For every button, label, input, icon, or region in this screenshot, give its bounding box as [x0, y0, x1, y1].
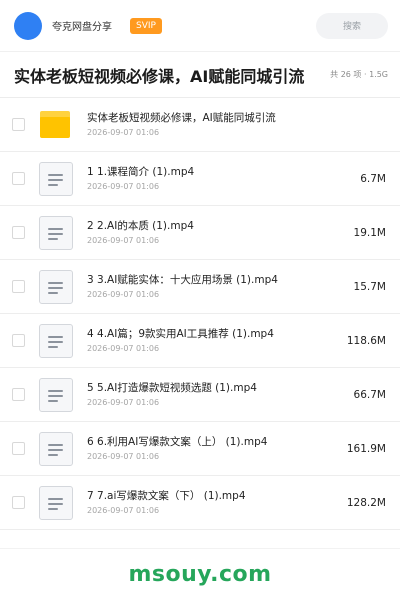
file-info: 1 1.课程简介 (1).mp4 2026-09-07 01:06 [87, 165, 352, 192]
file-size: 6.7M [360, 172, 386, 185]
file-size: 19.1M [353, 226, 386, 239]
file-name: 2 2.AI的本质 (1).mp4 [87, 220, 194, 232]
file-date: 2026-09-07 01:06 [87, 506, 160, 515]
page-title: 实体老板短视频必修课，AI赋能同城引流 [14, 66, 305, 86]
list-item[interactable]: 7 7.ai写爆款文案（下） (1).mp4 2026-09-07 01:06 … [0, 476, 400, 530]
file-date: 2026-09-07 01:06 [87, 236, 160, 245]
file-name: 5 5.AI打造爆款短视频选题 (1).mp4 [87, 382, 257, 394]
file-name: 1 1.课程简介 (1).mp4 [87, 166, 195, 178]
document-icon [39, 161, 73, 196]
list-item[interactable]: 5 5.AI打造爆款短视频选题 (1).mp4 2026-09-07 01:06… [0, 368, 400, 422]
document-icon [39, 485, 73, 520]
document-icon [39, 269, 73, 304]
list-item[interactable]: 3 3.AI赋能实体：十大应用场景 (1).mp4 2026-09-07 01:… [0, 260, 400, 314]
share-title-row: 实体老板短视频必修课，AI赋能同城引流 共 26 项 · 1.5G [0, 52, 400, 98]
file-info: 7 7.ai写爆款文案（下） (1).mp4 2026-09-07 01:06 [87, 489, 339, 516]
file-name: 6 6.利用AI写爆款文案（上） (1).mp4 [87, 436, 268, 448]
row-checkbox[interactable] [12, 118, 25, 131]
file-date: 2026-09-07 01:06 [87, 398, 160, 407]
list-item[interactable]: 2 2.AI的本质 (1).mp4 2026-09-07 01:06 19.1M [0, 206, 400, 260]
file-size: 118.6M [346, 334, 386, 347]
watermark-text: msouy.com [128, 562, 272, 587]
file-date: 2026-09-07 01:06 [87, 128, 160, 137]
item-summary: 共 26 项 · 1.5G [330, 70, 388, 79]
list-item[interactable]: 1 1.课程简介 (1).mp4 2026-09-07 01:06 6.7M [0, 152, 400, 206]
folder-icon [39, 108, 73, 142]
footer: msouy.com [0, 548, 400, 600]
list-item-folder[interactable]: 实体老板短视频必修课，AI赋能同城引流 2026-09-07 01:06 [0, 98, 400, 152]
search-placeholder: 搜索 [342, 22, 361, 32]
file-name: 实体老板短视频必修课，AI赋能同城引流 [87, 112, 276, 124]
document-icon [39, 323, 73, 358]
list-item[interactable]: 4 4.AI篇；9款实用AI工具推荐 (1).mp4 2026-09-07 01… [0, 314, 400, 368]
file-date: 2026-09-07 01:06 [87, 344, 160, 353]
file-info: 实体老板短视频必修课，AI赋能同城引流 2026-09-07 01:06 [87, 111, 386, 138]
file-size: 161.9M [346, 442, 386, 455]
list-item[interactable]: 6 6.利用AI写爆款文案（上） (1).mp4 2026-09-07 01:0… [0, 422, 400, 476]
file-info: 5 5.AI打造爆款短视频选题 (1).mp4 2026-09-07 01:06 [87, 381, 346, 408]
app-name: 夸克网盘分享 [52, 22, 112, 33]
file-info: 2 2.AI的本质 (1).mp4 2026-09-07 01:06 [87, 219, 346, 246]
file-size: 15.7M [353, 280, 386, 293]
row-checkbox[interactable] [12, 442, 25, 455]
row-checkbox[interactable] [12, 334, 25, 347]
file-list: 实体老板短视频必修课，AI赋能同城引流 2026-09-07 01:06 1 1… [0, 98, 400, 530]
file-date: 2026-09-07 01:06 [87, 290, 160, 299]
file-size: 128.2M [346, 496, 386, 509]
vip-badge: SVIP [130, 17, 162, 34]
document-icon [39, 377, 73, 412]
header-bar: 夸克网盘分享 SVIP 搜索 [0, 0, 400, 52]
file-info: 3 3.AI赋能实体：十大应用场景 (1).mp4 2026-09-07 01:… [87, 273, 346, 300]
row-checkbox[interactable] [12, 226, 25, 239]
file-date: 2026-09-07 01:06 [87, 452, 160, 461]
row-checkbox[interactable] [12, 172, 25, 185]
row-checkbox[interactable] [12, 388, 25, 401]
search-input[interactable]: 搜索 [316, 12, 388, 39]
avatar[interactable] [14, 11, 42, 40]
row-checkbox[interactable] [12, 280, 25, 293]
file-name: 3 3.AI赋能实体：十大应用场景 (1).mp4 [87, 274, 278, 286]
file-info: 4 4.AI篇；9款实用AI工具推荐 (1).mp4 2026-09-07 01… [87, 327, 339, 354]
file-name: 7 7.ai写爆款文案（下） (1).mp4 [87, 490, 246, 502]
file-date: 2026-09-07 01:06 [87, 182, 160, 191]
file-size: 66.7M [353, 388, 386, 401]
file-info: 6 6.利用AI写爆款文案（上） (1).mp4 2026-09-07 01:0… [87, 435, 339, 462]
document-icon [39, 431, 73, 466]
row-checkbox[interactable] [12, 496, 25, 509]
document-icon [39, 215, 73, 250]
file-name: 4 4.AI篇；9款实用AI工具推荐 (1).mp4 [87, 328, 274, 340]
